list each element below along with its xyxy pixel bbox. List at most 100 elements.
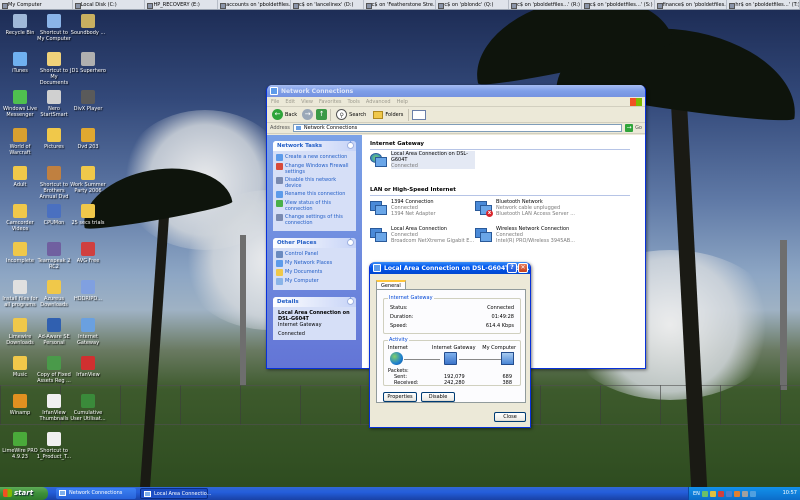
task-link[interactable]: My Computer [276, 278, 353, 285]
desktop-icon[interactable]: World of Warcraft [2, 128, 38, 156]
network-connections-titlebar[interactable]: Network Connections [267, 85, 645, 97]
desktop-icon[interactable]: Dvd 203 [70, 128, 106, 150]
desktop-icon[interactable]: Cumulative User Utilisat... [70, 394, 106, 422]
desktop-icon[interactable]: IrfanView Thumbnails [36, 394, 72, 422]
lan-connection[interactable]: x Bluetooth Network Network cable unplugge… [475, 199, 580, 217]
language-indicator[interactable]: EN [693, 491, 700, 497]
disable-button[interactable]: Disable [421, 392, 455, 402]
desktop-icon[interactable]: Copy of Fixed Assets Reg ... [36, 356, 72, 384]
desktop-icon[interactable]: Shortcut to 1_Product_T... [36, 432, 72, 460]
properties-button[interactable]: Properties [383, 392, 417, 402]
task-link[interactable]: Control Panel [276, 251, 353, 258]
desktop-icon[interactable]: CPUMon [36, 204, 72, 226]
task-link[interactable]: View status of this connection [276, 200, 353, 212]
desktop-icon[interactable]: Camcorder Videos [2, 204, 38, 232]
task-network-connections[interactable]: Network Connections [56, 488, 136, 499]
desktop-icon[interactable]: AVG Free [70, 242, 106, 264]
menu-favorites[interactable]: Favorites [319, 99, 342, 106]
go-button[interactable]: → Go [625, 124, 642, 132]
status-dialog-titlebar[interactable]: Local Area Connection on DSL-G604T Sta..… [370, 262, 530, 274]
desktop-icon[interactable]: Shortcut to Brothers Annual Dvd [36, 166, 72, 200]
drive-shortcut[interactable]: c$ on 'pblondc' (Q:) [436, 0, 510, 9]
drive-shortcut[interactable]: hr$ on 'pboldetfiles…' (T:) [727, 0, 800, 9]
task-link[interactable]: My Network Places [276, 260, 353, 267]
desktop-icon[interactable]: DivX Player [70, 90, 106, 112]
desktop-icon[interactable]: Azureus Downloads [36, 280, 72, 308]
lan-connection[interactable]: 1394 Connection Connected 1394 Net Adapter [370, 199, 475, 217]
menu-help[interactable]: Help [397, 99, 408, 106]
collapse-chevron-icon[interactable]: ˆ [347, 298, 354, 305]
volume-tray-icon[interactable] [709, 490, 716, 497]
desktop-icon[interactable]: Ad-Aware SE Personal [36, 318, 72, 346]
drive-shortcut[interactable]: c$ on 'pboldetfiles…' (R:) [509, 0, 582, 9]
address-input[interactable]: Network Connections [292, 124, 623, 132]
clock[interactable]: 10:57 [783, 490, 797, 496]
task-link[interactable]: My Documents [276, 269, 353, 276]
safely-remove-tray-icon[interactable] [741, 490, 748, 497]
forward-button[interactable]: → [302, 109, 314, 120]
lan-connection[interactable]: Local Area Connection Connected Broadcom N… [370, 226, 475, 244]
network-tray-icon[interactable] [701, 490, 708, 497]
task-link[interactable]: Disable this network device [276, 177, 353, 189]
desktop-icon[interactable]: Pictures [36, 128, 72, 150]
desktop-icon[interactable]: Shortcut to My Computer [36, 14, 72, 42]
help-button[interactable]: ? [507, 263, 517, 273]
gateway-connection[interactable]: Local Area Connection on DSL-G604T Conne… [370, 151, 475, 169]
back-button[interactable]: ← Back [270, 108, 299, 121]
close-x-button[interactable]: ✕ [518, 263, 528, 273]
drive-shortcut[interactable]: c$ on 'Featherstone Stre…' [364, 0, 437, 9]
wireless-tray-icon[interactable] [749, 490, 756, 497]
desktop-icon[interactable]: Limewire Downloads [2, 318, 38, 346]
desktop-icon[interactable]: Adult [2, 166, 38, 188]
desktop-icon[interactable]: Music [2, 356, 38, 378]
folders-button[interactable]: Folders [371, 110, 405, 120]
messenger-tray-icon[interactable] [733, 490, 740, 497]
bluetooth-tray-icon[interactable] [725, 490, 732, 497]
desktop-icon[interactable]: Work Summer Party 2006 [70, 166, 106, 194]
drive-shortcut[interactable]: finance$ on 'pboldetfiles…' [655, 0, 728, 9]
drive-shortcut[interactable]: accounts on 'pboldetfiles…' [218, 0, 291, 9]
antivirus-tray-icon[interactable] [717, 490, 724, 497]
task-link[interactable]: Change settings of this connection [276, 214, 353, 226]
views-button[interactable] [412, 109, 427, 120]
start-button[interactable]: start [0, 487, 48, 500]
collapse-chevron-icon[interactable]: ˆ [347, 142, 354, 149]
desktop-icon[interactable]: Windows Live Messenger [2, 90, 38, 118]
desktop-icon[interactable]: Teamspeak 2 RC2 [36, 242, 72, 270]
drive-shortcut[interactable]: My Computer [0, 0, 73, 9]
desktop-icon[interactable]: iTunes [2, 52, 38, 74]
up-folder-button[interactable]: ↑ [316, 109, 328, 120]
menu-file[interactable]: File [271, 99, 279, 106]
desktop-icon[interactable]: Winamp [2, 394, 38, 416]
task-link[interactable]: Rename this connection [276, 191, 353, 198]
drive-shortcut[interactable]: c$ on 'lancelinex' (D:) [291, 0, 364, 9]
desktop-icon[interactable]: JD1 Superhero [70, 52, 106, 74]
drive-shortcut[interactable]: HP_RECOVERY (E:) [145, 0, 219, 9]
desktop-icon[interactable]: Soundbody ... [70, 14, 106, 36]
menu-view[interactable]: View [301, 99, 313, 106]
other-places-header[interactable]: Other Places ˆ [273, 238, 356, 248]
desktop-icon[interactable]: LimeWire PRO 4.9.23 [2, 432, 38, 460]
close-button[interactable]: Close [494, 412, 526, 422]
desktop-icon[interactable]: Nero StartSmart [36, 90, 72, 118]
desktop-icon[interactable]: Install files for all programs [2, 280, 38, 308]
desktop-icon[interactable]: Shortcut to My Documents [36, 52, 72, 86]
desktop-icon[interactable]: Incomplete [2, 242, 38, 264]
lan-connection[interactable]: Wireless Network Connection Connected Inte… [475, 226, 580, 244]
network-tasks-header[interactable]: Network Tasks ˆ [273, 141, 356, 151]
menu-advanced[interactable]: Advanced [366, 99, 391, 106]
desktop-icon[interactable]: Internet Gateway [70, 318, 106, 346]
menu-tools[interactable]: Tools [348, 99, 360, 106]
task-local-area-connection[interactable]: Local Area Connectio... [140, 488, 211, 499]
search-button[interactable]: ⚲ Search [334, 108, 368, 121]
desktop-icon[interactable]: 25 secs trials [70, 204, 106, 226]
menu-edit[interactable]: Edit [285, 99, 295, 106]
drive-shortcut[interactable]: c$ on 'pboldetfiles…' (S:) [582, 0, 655, 9]
collapse-chevron-icon[interactable]: ˆ [347, 239, 354, 246]
details-header[interactable]: Details ˆ [273, 297, 356, 307]
task-link[interactable]: Change Windows Firewall settings [276, 163, 353, 175]
task-link[interactable]: Create a new connection [276, 154, 353, 161]
desktop-icon[interactable]: Recycle Bin [2, 14, 38, 36]
desktop-icon[interactable]: IrfanView [70, 356, 106, 378]
drive-shortcut[interactable]: Local Disk (C:) [73, 0, 146, 9]
